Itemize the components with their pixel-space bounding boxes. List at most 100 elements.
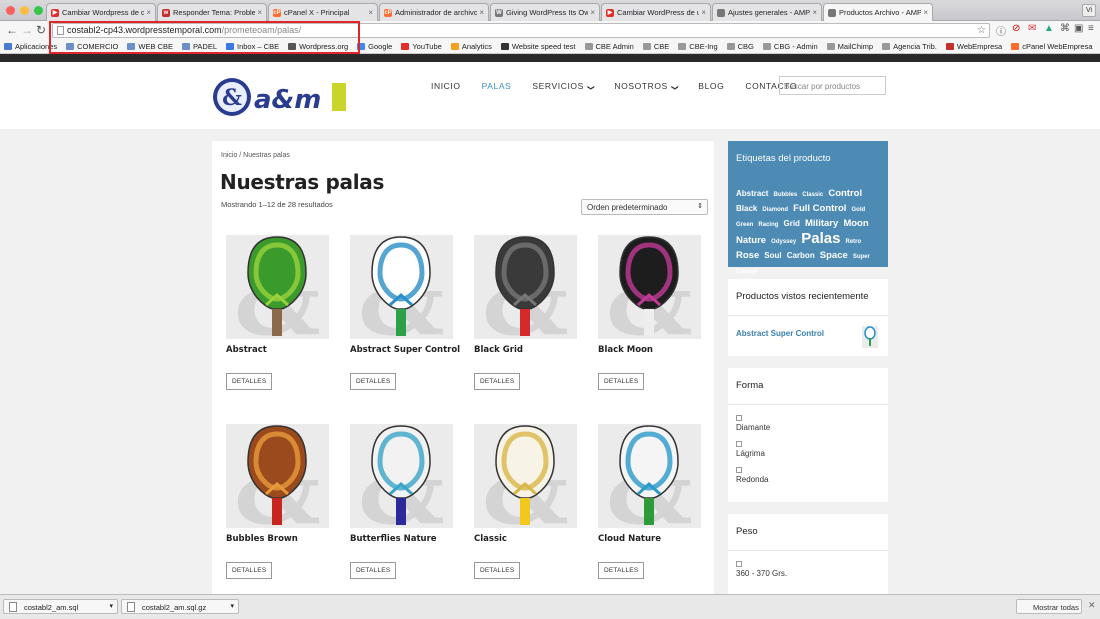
product-image[interactable]: & (226, 235, 329, 339)
tag-link[interactable]: Green (736, 222, 753, 228)
browser-tab[interactable]: cP cPanel X - Principal × (268, 3, 378, 21)
browser-tab[interactable]: Productos Archivo - AMPA × (823, 3, 933, 21)
filter-option[interactable]: Redonda (736, 467, 768, 484)
filter-option[interactable]: Diamante (736, 415, 770, 432)
filter-checkbox[interactable] (736, 467, 742, 473)
details-button[interactable]: DETALLES (350, 373, 397, 390)
product-name[interactable]: Classic (474, 534, 584, 544)
chevron-down-icon[interactable]: ▾ (230, 602, 234, 610)
bookmark-item[interactable]: WebEmpresa (945, 42, 1002, 51)
product-name[interactable]: Black Moon (598, 345, 708, 355)
bookmark-item[interactable]: CBG - Admin (762, 42, 818, 51)
close-tab-icon[interactable]: × (368, 8, 373, 17)
details-button[interactable]: DETALLES (226, 373, 273, 390)
close-window-button[interactable] (6, 6, 15, 15)
close-tab-icon[interactable]: × (923, 8, 928, 17)
forward-arrow-icon[interactable]: → (21, 24, 33, 37)
product-image[interactable]: & (226, 424, 329, 528)
product-card[interactable]: & Abstract DETALLES (226, 235, 336, 390)
tag-link[interactable]: Black (736, 204, 757, 213)
browser-tab[interactable]: Ajustes generales - AMPAD× (712, 3, 822, 21)
browser-tab[interactable]: w Responder Tema: Problem × (157, 3, 267, 21)
close-tab-icon[interactable]: × (257, 8, 262, 17)
bookmark-item[interactable]: CBE Admin (584, 42, 634, 51)
details-button[interactable]: DETALLES (350, 562, 397, 579)
bookmark-item[interactable]: cPanel WebEmpresa (1011, 42, 1093, 51)
reload-icon[interactable]: ↻ (36, 24, 46, 37)
browser-tab[interactable]: cP Administrador de archivos × (379, 3, 489, 21)
chevron-down-icon[interactable]: ▾ (109, 602, 113, 610)
bookmark-item[interactable]: CBE (642, 42, 669, 51)
product-card[interactable]: & Bubbles Brown DETALLES (226, 424, 336, 579)
close-tab-icon[interactable]: × (590, 8, 595, 17)
product-image[interactable]: & (350, 424, 453, 528)
details-button[interactable]: DETALLES (226, 562, 273, 579)
tag-link[interactable]: Soul (764, 251, 781, 260)
download-item[interactable]: costabl2_am.sql ▾ (3, 599, 118, 614)
tag-link[interactable]: Abstract (736, 189, 768, 198)
details-button[interactable]: DETALLES (598, 562, 645, 579)
close-tab-icon[interactable]: × (479, 8, 484, 17)
product-image[interactable]: & (598, 235, 701, 339)
site-logo[interactable]: & a&m (212, 75, 350, 119)
product-name[interactable]: Bubbles Brown (226, 534, 336, 544)
product-image[interactable]: & (474, 424, 577, 528)
tag-link[interactable]: Gold (852, 207, 866, 213)
extension-abp-icon[interactable]: ⊘ (1012, 23, 1020, 34)
bookmark-item[interactable]: Analytics (450, 42, 492, 51)
show-all-downloads-button[interactable]: Mostrar todas (1016, 599, 1082, 614)
product-name[interactable]: Cloud Nature (598, 534, 708, 544)
tag-link[interactable]: Full Control (793, 203, 846, 214)
product-name[interactable]: Black Grid (474, 345, 584, 355)
tag-link[interactable]: Moon (843, 218, 868, 229)
close-icon[interactable]: ✕ (1088, 600, 1096, 611)
tag-link[interactable]: Carbon (787, 251, 815, 260)
menu-icon[interactable]: ≡ (1088, 23, 1094, 34)
product-card[interactable]: & Butterflies Nature DETALLES (350, 424, 460, 579)
product-search-input[interactable]: Buscar por productos (779, 76, 886, 95)
product-name[interactable]: Abstract Super Control (350, 345, 460, 355)
bookmark-item[interactable]: Google (357, 42, 392, 51)
bookmark-star-icon[interactable]: ☆ (977, 24, 986, 37)
extension-mail-icon[interactable]: ✉ (1028, 23, 1036, 34)
bookmark-item[interactable]: CBG (726, 42, 754, 51)
download-item[interactable]: costabl2_am.sql.gz ▾ (121, 599, 239, 614)
filter-checkbox[interactable] (736, 415, 742, 421)
tag-link[interactable]: Nature (736, 235, 766, 246)
tag-link[interactable]: Racing (758, 222, 778, 228)
extension-info-icon[interactable]: ⓘ (996, 23, 1006, 38)
tag-link[interactable]: Control (828, 188, 862, 199)
filter-checkbox[interactable] (736, 441, 742, 447)
product-name[interactable]: Butterflies Nature (350, 534, 460, 544)
product-card[interactable]: & Classic DETALLES (474, 424, 584, 579)
browser-tab[interactable]: ▶ Cambiar Wordpress de d × (46, 3, 156, 21)
tag-link[interactable]: Military (805, 218, 838, 229)
tag-link[interactable]: Retro (846, 239, 862, 245)
nav-item-nosotros[interactable]: NOSOTROS ❯ (614, 80, 678, 92)
close-tab-icon[interactable]: × (812, 8, 817, 17)
recent-product-thumbnail[interactable] (862, 326, 878, 348)
tag-link[interactable]: Bubbles (774, 192, 798, 198)
nav-item-palas[interactable]: PALAS (482, 80, 512, 92)
profile-button[interactable]: Vi (1082, 4, 1096, 17)
extension-clip-icon[interactable]: ⌘ (1060, 23, 1070, 34)
product-image[interactable]: & (474, 235, 577, 339)
browser-tab[interactable]: W Giving WordPress Its Own × (490, 3, 600, 21)
product-card[interactable]: & Cloud Nature DETALLES (598, 424, 708, 579)
product-card[interactable]: & Abstract Super Control DETALLES (350, 235, 460, 390)
nav-item-servicios[interactable]: SERVICIOS ❯ (532, 80, 594, 92)
browser-tab[interactable]: ▶ Cambiar WordPress de un × (601, 3, 711, 21)
details-button[interactable]: DETALLES (598, 373, 645, 390)
close-tab-icon[interactable]: × (146, 8, 151, 17)
tag-link[interactable]: Classic (802, 192, 823, 198)
details-button[interactable]: DETALLES (474, 562, 521, 579)
tag-link[interactable]: Grid (783, 219, 799, 228)
bookmark-item[interactable]: MailChimp (826, 42, 873, 51)
breadcrumb[interactable]: Inicio / Nuestras palas (221, 152, 290, 159)
product-name[interactable]: Abstract (226, 345, 336, 355)
close-tab-icon[interactable]: × (701, 8, 706, 17)
filter-option[interactable]: 360 - 370 Grs. (736, 561, 787, 578)
product-image[interactable]: & (350, 235, 453, 339)
filter-option[interactable]: Lágrima (736, 441, 765, 458)
bookmark-item[interactable]: YouTube (401, 42, 442, 51)
